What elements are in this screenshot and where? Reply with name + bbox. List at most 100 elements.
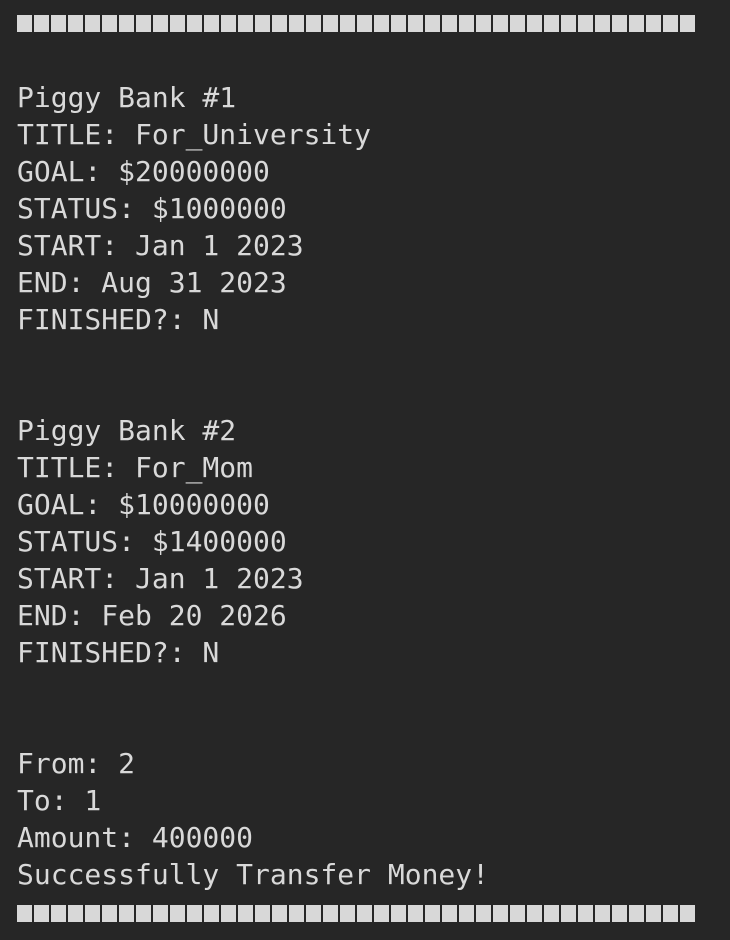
- border-block: [170, 905, 185, 922]
- transfer-result: Successfully Transfer Money!: [17, 858, 490, 891]
- border-block: [221, 15, 236, 32]
- border-block: [544, 905, 559, 922]
- border-block: [663, 905, 678, 922]
- bank-end: END: Aug 31 2023: [17, 266, 287, 299]
- border-block: [391, 905, 406, 922]
- border-block: [578, 15, 593, 32]
- border-block: [374, 15, 389, 32]
- border-block: [340, 905, 355, 922]
- border-block: [153, 15, 168, 32]
- border-block: [510, 15, 525, 32]
- border-block: [459, 15, 474, 32]
- border-block: [306, 15, 321, 32]
- bank-start: START: Jan 1 2023: [17, 229, 304, 262]
- border-block: [408, 905, 423, 922]
- border-block: [663, 15, 678, 32]
- border-block: [51, 905, 66, 922]
- border-block: [136, 905, 151, 922]
- border-block: [612, 15, 627, 32]
- border-block: [408, 15, 423, 32]
- bank-title: TITLE: For_University: [17, 118, 372, 151]
- border-block: [323, 905, 338, 922]
- bank-title: TITLE: For_Mom: [17, 451, 254, 484]
- border-block: [289, 905, 304, 922]
- border-block: [119, 905, 134, 922]
- border-block: [289, 15, 304, 32]
- border-block: [476, 15, 491, 32]
- border-block: [493, 905, 508, 922]
- border-block: [204, 905, 219, 922]
- border-block: [85, 15, 100, 32]
- border-block: [340, 15, 355, 32]
- border-block: [204, 15, 219, 32]
- border-block: [544, 15, 559, 32]
- border-block: [119, 15, 134, 32]
- border-block: [238, 905, 253, 922]
- border-block: [680, 905, 695, 922]
- border-block: [561, 15, 576, 32]
- border-block: [391, 15, 406, 32]
- border-block: [425, 15, 440, 32]
- border-block: [459, 905, 474, 922]
- border-block: [34, 905, 49, 922]
- bank-header: Piggy Bank #1: [17, 81, 237, 114]
- bank-status: STATUS: $1000000: [17, 192, 287, 225]
- border-block: [357, 905, 372, 922]
- transfer-to: To: 1: [17, 784, 102, 817]
- bank-goal: GOAL: $10000000: [17, 488, 270, 521]
- border-block: [153, 905, 168, 922]
- border-block: [612, 905, 627, 922]
- bank-goal: GOAL: $20000000: [17, 155, 270, 188]
- border-block: [306, 905, 321, 922]
- bank-status: STATUS: $1400000: [17, 525, 287, 558]
- border-block: [374, 905, 389, 922]
- border-block: [221, 905, 236, 922]
- border-block: [425, 905, 440, 922]
- bank-finished: FINISHED?: N: [17, 636, 220, 669]
- border-block: [629, 15, 644, 32]
- border-block: [680, 15, 695, 32]
- border-block: [357, 15, 372, 32]
- border-block: [629, 905, 644, 922]
- border-block: [170, 15, 185, 32]
- border-block: [255, 15, 270, 32]
- bottom-border: [17, 905, 695, 922]
- border-block: [493, 15, 508, 32]
- border-block: [323, 15, 338, 32]
- border-block: [561, 905, 576, 922]
- border-block: [34, 15, 49, 32]
- border-block: [85, 905, 100, 922]
- border-block: [442, 15, 457, 32]
- border-block: [527, 905, 542, 922]
- border-block: [238, 15, 253, 32]
- border-block: [646, 905, 661, 922]
- border-block: [187, 905, 202, 922]
- border-block: [255, 905, 270, 922]
- border-block: [527, 15, 542, 32]
- transfer-from: From: 2: [17, 747, 136, 780]
- bank-finished: FINISHED?: N: [17, 303, 220, 336]
- bank-end: END: Feb 20 2026: [17, 599, 287, 632]
- border-block: [272, 15, 287, 32]
- border-block: [646, 15, 661, 32]
- border-block: [187, 15, 202, 32]
- border-block: [272, 905, 287, 922]
- border-block: [17, 905, 32, 922]
- border-block: [68, 15, 83, 32]
- border-block: [102, 15, 117, 32]
- border-block: [442, 905, 457, 922]
- border-block: [136, 15, 151, 32]
- top-border: [17, 15, 695, 32]
- border-block: [578, 905, 593, 922]
- border-block: [102, 905, 117, 922]
- border-block: [595, 905, 610, 922]
- border-block: [476, 905, 491, 922]
- border-block: [510, 905, 525, 922]
- border-block: [17, 15, 32, 32]
- bank-header: Piggy Bank #2: [17, 414, 237, 447]
- bank-start: START: Jan 1 2023: [17, 562, 304, 595]
- border-block: [51, 15, 66, 32]
- transfer-amount: Amount: 400000: [17, 821, 254, 854]
- border-block: [68, 905, 83, 922]
- border-block: [595, 15, 610, 32]
